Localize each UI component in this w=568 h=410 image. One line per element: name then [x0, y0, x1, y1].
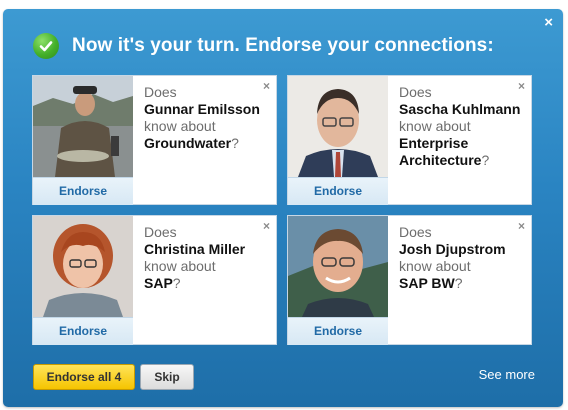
does-label: Does — [399, 84, 432, 100]
connection-name[interactable]: Gunnar Emilsson — [144, 101, 274, 118]
endorse-card: Endorse × Does Christina Miller know abo… — [32, 215, 277, 345]
endorse-question: Does Josh Djupstrom know about SAP BW? — [399, 224, 529, 292]
endorse-card: Endorse × Does Sascha Kuhlmann know abou… — [287, 75, 532, 205]
question-mark: ? — [231, 135, 239, 151]
avatar — [288, 76, 388, 177]
skill-name: Enterprise Architecture — [399, 135, 482, 168]
skip-button[interactable]: Skip — [140, 364, 194, 390]
does-label: Does — [144, 84, 177, 100]
check-icon — [33, 33, 59, 59]
see-more-link[interactable]: See more — [479, 367, 535, 382]
question-mark: ? — [481, 152, 490, 168]
dialog-header: Now it's your turn. Endorse your connect… — [33, 33, 494, 59]
connection-name[interactable]: Sascha Kuhlmann — [399, 101, 529, 118]
dialog-close-icon[interactable]: × — [544, 15, 553, 31]
endorse-button[interactable]: Endorse — [33, 177, 133, 205]
endorse-card: Endorse × Does Josh Djupstrom know about… — [287, 215, 532, 345]
skill-name: SAP BW — [399, 275, 455, 291]
connection-name[interactable]: Christina Miller — [144, 241, 274, 258]
skill-name: SAP — [144, 275, 173, 291]
does-label: Does — [399, 224, 432, 240]
endorse-question: Does Gunnar Emilsson know about Groundwa… — [144, 84, 274, 152]
question-mark: ? — [172, 275, 181, 291]
avatar — [33, 76, 133, 177]
dialog-title: Now it's your turn. Endorse your connect… — [72, 35, 494, 56]
know-about-label: know about — [399, 258, 471, 274]
avatar — [33, 216, 133, 317]
know-about-label: know about — [399, 118, 471, 134]
endorse-button[interactable]: Endorse — [288, 317, 388, 345]
avatar — [288, 216, 388, 317]
does-label: Does — [144, 224, 177, 240]
endorse-question: Does Sascha Kuhlmann know about Enterpri… — [399, 84, 529, 169]
endorse-dialog: × Now it's your turn. Endorse your conne… — [3, 9, 563, 407]
endorse-button[interactable]: Endorse — [288, 177, 388, 205]
skill-name: Groundwater — [144, 135, 232, 151]
connection-name[interactable]: Josh Djupstrom — [399, 241, 529, 258]
know-about-label: know about — [144, 118, 216, 134]
endorse-button[interactable]: Endorse — [33, 317, 133, 345]
endorse-card: Endorse × Does Gunnar Emilsson know abou… — [32, 75, 277, 205]
endorse-question: Does Christina Miller know about SAP? — [144, 224, 274, 292]
know-about-label: know about — [144, 258, 216, 274]
question-mark: ? — [454, 275, 463, 291]
endorse-all-button[interactable]: Endorse all 4 — [33, 364, 135, 390]
